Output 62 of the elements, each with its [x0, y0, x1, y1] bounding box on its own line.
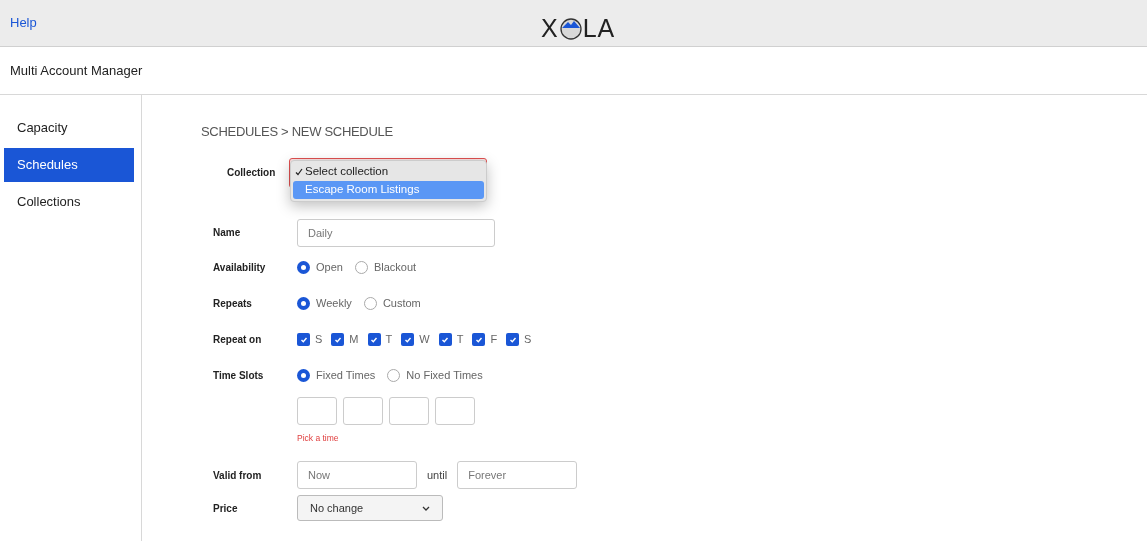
sidebar-item[interactable]: Capacity	[4, 111, 134, 145]
day-label: F	[490, 332, 498, 348]
breadcrumb: SCHEDULES > NEW SCHEDULE	[201, 123, 394, 141]
time-slot-field[interactable]	[435, 396, 475, 425]
help-link[interactable]: Help	[10, 13, 37, 33]
field-label: Time Slots	[213, 369, 265, 383]
sidebar-item[interactable]: Schedules	[4, 148, 134, 182]
checkbox[interactable]	[438, 333, 452, 346]
radio-label: Open	[316, 260, 343, 276]
check-icon	[474, 335, 483, 344]
until-label: until	[427, 468, 448, 483]
radio-button[interactable]	[363, 297, 377, 310]
checkbox[interactable]	[367, 333, 381, 346]
radio-button[interactable]	[354, 261, 368, 274]
mountain-icon	[559, 17, 582, 40]
valid-until-field[interactable]: Forever	[457, 461, 578, 490]
checkbox[interactable]	[331, 333, 345, 346]
checkbox[interactable]	[472, 333, 486, 346]
price-select[interactable]: No change	[297, 495, 443, 522]
day-label: S	[315, 332, 323, 348]
check-icon	[403, 335, 412, 344]
check-icon	[333, 335, 342, 344]
radio-label: No Fixed Times	[406, 368, 483, 384]
day-label: W	[419, 332, 430, 348]
checkbox[interactable]	[297, 333, 310, 346]
radio-button[interactable]	[297, 297, 310, 310]
field-label: Repeats	[213, 297, 253, 311]
checkbox[interactable]	[401, 333, 415, 346]
time-slot-field[interactable]	[389, 396, 429, 425]
day-label: S	[524, 332, 532, 348]
name-field[interactable]: Daily	[297, 218, 495, 247]
day-label: T	[385, 332, 393, 348]
check-icon	[295, 167, 303, 176]
sidebar-item[interactable]: Collections	[4, 185, 134, 219]
radio-button[interactable]	[297, 261, 310, 274]
radio-label: Blackout	[373, 260, 417, 276]
caret-icon	[422, 505, 430, 511]
radio-label: Custom	[382, 296, 421, 312]
logo: X LA	[541, 13, 616, 44]
field-label: Name	[213, 226, 242, 240]
field-label: Price	[213, 501, 239, 516]
radio-button[interactable]	[387, 369, 401, 382]
radio-button[interactable]	[297, 369, 310, 382]
field-label: Collection	[227, 166, 276, 180]
check-icon	[441, 335, 450, 344]
field-label: Repeat on	[213, 333, 263, 347]
day-label: M	[349, 332, 359, 348]
check-icon	[370, 335, 378, 344]
check-icon	[299, 335, 308, 344]
valid-from-field[interactable]: Now	[297, 461, 417, 490]
time-slot-field[interactable]	[297, 396, 337, 425]
time-slot-field[interactable]	[343, 396, 383, 425]
page-title: Multi Account Manager	[10, 61, 143, 80]
radio-label: Weekly	[316, 296, 352, 312]
error-message: Pick a time	[297, 431, 340, 445]
field-label: Availability	[213, 261, 267, 275]
check-icon	[508, 335, 517, 344]
checkbox[interactable]	[506, 333, 520, 346]
radio-label: Fixed Times	[316, 368, 376, 384]
day-label: T	[456, 332, 464, 348]
menu-item[interactable]: Select collection	[293, 162, 484, 181]
field-label: Valid from	[213, 468, 263, 483]
